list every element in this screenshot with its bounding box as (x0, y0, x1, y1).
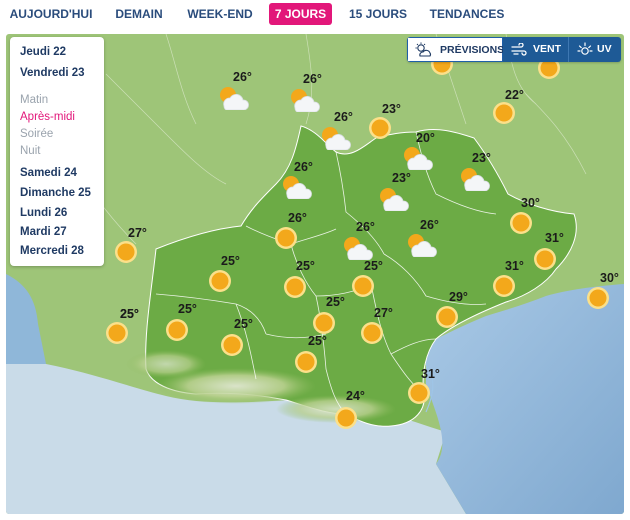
sun-icon[interactable] (360, 321, 384, 345)
partly-cloudy-icon[interactable] (338, 234, 376, 260)
temp-label: 27° (374, 306, 393, 320)
day-item[interactable]: Lundi 26 (20, 207, 67, 219)
temp-label: 20° (416, 131, 435, 145)
period-matin[interactable]: Matin (20, 94, 48, 106)
temp-label: 25° (178, 302, 197, 316)
sun-icon[interactable] (334, 406, 358, 430)
temp-label: 26° (294, 160, 313, 174)
temp-label: 26° (420, 218, 439, 232)
sun-icon[interactable] (533, 247, 557, 271)
pyrenees-relief-west (126, 350, 206, 378)
map-layer-toggle: PRÉVISIONS VENT UV (407, 37, 621, 62)
day-item[interactable]: Mercredi 28 (20, 245, 84, 257)
temp-label: 25° (234, 317, 253, 331)
temp-label: 26° (233, 70, 252, 84)
period-apres-midi[interactable]: Après-midi (20, 111, 75, 123)
temp-label: 23° (472, 151, 491, 165)
wind-icon (511, 43, 527, 56)
layer-uv-label: UV (597, 43, 612, 55)
temp-label: 25° (326, 295, 345, 309)
day-item[interactable]: Jeudi 22 (20, 46, 66, 58)
sun-icon[interactable] (586, 286, 610, 310)
period-nuit[interactable]: Nuit (20, 145, 40, 157)
temp-label: 31° (505, 259, 524, 273)
temp-label: 25° (120, 307, 139, 321)
sun-icon[interactable] (294, 350, 318, 374)
sun-icon[interactable] (312, 311, 336, 335)
sun-icon[interactable] (208, 269, 232, 293)
period-soiree[interactable]: Soirée (20, 128, 53, 140)
tab-aujourdhui[interactable]: AUJOURD'HUI (8, 3, 94, 25)
sun-icon[interactable] (105, 321, 129, 345)
temp-label: 25° (308, 334, 327, 348)
sun-icon[interactable] (407, 381, 431, 405)
layer-previsions-button[interactable]: PRÉVISIONS (407, 37, 505, 62)
forecast-tabs: AUJOURD'HUI DEMAIN WEEK-END 7 JOURS 15 J… (0, 0, 630, 30)
day-item[interactable]: Dimanche 25 (20, 187, 91, 199)
partly-cloudy-icon[interactable] (374, 185, 412, 211)
sun-icon[interactable] (114, 240, 138, 264)
sun-icon[interactable] (220, 333, 244, 357)
temp-label: 31° (545, 231, 564, 245)
partly-cloudy-icon[interactable] (398, 144, 436, 170)
partly-cloudy-icon[interactable] (277, 173, 315, 199)
temp-label: 25° (221, 254, 240, 268)
partly-cloudy-icon[interactable] (455, 165, 493, 191)
tab-demain[interactable]: DEMAIN (110, 3, 168, 25)
temp-label: 22° (505, 88, 524, 102)
sun-icon[interactable] (283, 275, 307, 299)
tab-tendances[interactable]: TENDANCES (428, 3, 506, 25)
temp-label: 23° (392, 171, 411, 185)
day-item[interactable]: Mardi 27 (20, 226, 67, 238)
temp-label: 30° (521, 196, 540, 210)
sun-icon[interactable] (165, 318, 189, 342)
temp-label: 25° (364, 259, 383, 273)
temp-label: 24° (346, 389, 365, 403)
sun-icon[interactable] (368, 116, 392, 140)
layer-previsions-label: PRÉVISIONS (440, 44, 505, 56)
temp-label: 27° (128, 226, 147, 240)
temp-label: 30° (600, 271, 619, 285)
partly-cloudy-icon[interactable] (402, 231, 440, 257)
temp-label: 26° (288, 211, 307, 225)
partly-cloudy-icon[interactable] (316, 124, 354, 150)
temp-label: 31° (421, 367, 440, 381)
tab-15-jours[interactable]: 15 JOURS (345, 3, 411, 25)
tab-7-jours[interactable]: 7 JOURS (269, 3, 332, 25)
day-selector-panel: Jeudi 22 Vendredi 23 Matin Après-midi So… (10, 37, 104, 266)
sun-icon[interactable] (492, 101, 516, 125)
sun-icon[interactable] (274, 226, 298, 250)
temp-label: 23° (382, 102, 401, 116)
uv-sun-icon (577, 42, 593, 55)
day-item[interactable]: Samedi 24 (20, 167, 77, 179)
sun-icon[interactable] (492, 274, 516, 298)
layer-vent-button[interactable]: VENT (503, 37, 568, 62)
sun-icon[interactable] (435, 305, 459, 329)
tab-week-end[interactable]: WEEK-END (183, 3, 257, 25)
temp-label: 26° (356, 220, 375, 234)
layer-uv-button[interactable]: UV (568, 37, 621, 62)
partly-cloudy-icon[interactable] (285, 86, 323, 112)
sun-cloud-icon (415, 42, 432, 57)
sun-icon[interactable] (509, 211, 533, 235)
day-item[interactable]: Vendredi 23 (20, 67, 85, 79)
temp-label: 26° (303, 72, 322, 86)
temp-label: 29° (449, 290, 468, 304)
layer-vent-label: VENT (533, 43, 562, 55)
sun-icon[interactable] (351, 274, 375, 298)
partly-cloudy-icon[interactable] (214, 84, 252, 110)
temp-label: 26° (334, 110, 353, 124)
temp-label: 25° (296, 259, 315, 273)
